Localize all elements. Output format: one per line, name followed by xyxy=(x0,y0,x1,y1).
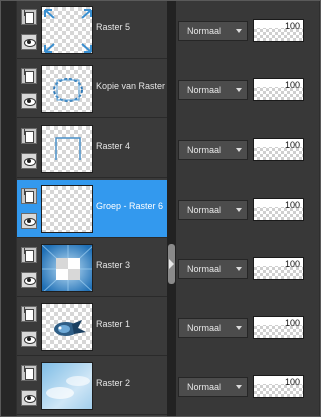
chevron-down-icon xyxy=(236,88,242,92)
opacity-field[interactable]: 100 xyxy=(253,316,304,339)
layer-name[interactable]: Raster 3 xyxy=(96,260,166,270)
opacity-field[interactable]: 100 xyxy=(253,198,304,221)
chevron-down-icon xyxy=(236,29,242,33)
layer-type-icon[interactable] xyxy=(21,68,37,84)
chevron-down-icon xyxy=(236,148,242,152)
blend-mode-select[interactable]: Normaal xyxy=(178,21,248,41)
layer-row[interactable]: Raster 5 Normaal 100 xyxy=(17,1,319,59)
opacity-field[interactable]: 100 xyxy=(253,257,304,280)
chevron-down-icon xyxy=(236,267,242,271)
blend-mode-select[interactable]: Normaal xyxy=(178,259,248,279)
layer-thumbnail[interactable] xyxy=(41,362,93,410)
opacity-value: 100 xyxy=(284,140,300,150)
layer-thumbnail[interactable] xyxy=(41,65,93,113)
opacity-field[interactable]: 100 xyxy=(253,138,304,161)
layer-type-icon[interactable] xyxy=(21,128,37,144)
layer-thumbnail[interactable] xyxy=(41,125,93,173)
blend-mode-select[interactable]: Normaal xyxy=(178,377,248,397)
opacity-value: 100 xyxy=(284,200,300,210)
layer-name[interactable]: Raster 4 xyxy=(96,141,166,151)
layer-type-icon[interactable] xyxy=(21,247,37,263)
layer-thumbnail[interactable] xyxy=(41,6,93,54)
layer-row[interactable]: Raster 3 Normaal 100 xyxy=(17,239,319,297)
layer-type-icon[interactable] xyxy=(21,188,37,204)
opacity-value: 100 xyxy=(284,80,300,90)
layer-row[interactable]: Raster 1 Normaal 100 xyxy=(17,298,319,356)
blend-mode-value: Normaal xyxy=(187,85,222,95)
blend-mode-value: Normaal xyxy=(187,205,222,215)
layer-type-icon[interactable] xyxy=(21,306,37,322)
opacity-field[interactable]: 100 xyxy=(253,19,304,42)
layer-row[interactable]: Raster 2 Normaal 100 xyxy=(17,357,319,415)
opacity-value: 100 xyxy=(284,318,300,328)
visibility-eye-icon[interactable] xyxy=(21,34,37,50)
layer-name[interactable]: Raster 1 xyxy=(96,319,166,329)
blend-mode-value: Normaal xyxy=(187,264,222,274)
blend-mode-select[interactable]: Normaal xyxy=(178,140,248,160)
blend-mode-value: Normaal xyxy=(187,145,222,155)
layer-type-icon[interactable] xyxy=(21,365,37,381)
chevron-down-icon xyxy=(236,326,242,330)
layer-type-icon[interactable] xyxy=(21,9,37,25)
opacity-field[interactable]: 100 xyxy=(253,375,304,398)
blend-mode-select[interactable]: Normaal xyxy=(178,80,248,100)
layer-row[interactable]: Kopie van Raster Normaal 100 xyxy=(17,60,319,118)
layer-thumbnail[interactable] xyxy=(41,244,93,292)
visibility-eye-icon[interactable] xyxy=(21,272,37,288)
opacity-field[interactable]: 100 xyxy=(253,78,304,101)
visibility-eye-icon[interactable] xyxy=(21,93,37,109)
blend-mode-select[interactable]: Normaal xyxy=(178,200,248,220)
visibility-eye-icon[interactable] xyxy=(21,153,37,169)
blend-mode-value: Normaal xyxy=(187,382,222,392)
blend-mode-select[interactable]: Normaal xyxy=(178,318,248,338)
opacity-value: 100 xyxy=(284,377,300,387)
visibility-eye-icon[interactable] xyxy=(21,213,37,229)
blend-mode-value: Normaal xyxy=(187,26,222,36)
left-gutter xyxy=(1,1,16,416)
visibility-eye-icon[interactable] xyxy=(21,331,37,347)
chevron-down-icon xyxy=(236,208,242,212)
blend-mode-value: Normaal xyxy=(187,323,222,333)
visibility-eye-icon[interactable] xyxy=(21,390,37,406)
layer-thumbnail[interactable] xyxy=(41,185,93,233)
layer-thumbnail[interactable] xyxy=(41,303,93,351)
layer-name[interactable]: Kopie van Raster xyxy=(96,81,166,91)
chevron-down-icon xyxy=(236,385,242,389)
layer-name[interactable]: Raster 2 xyxy=(96,378,166,388)
layer-name[interactable]: Raster 5 xyxy=(96,22,166,32)
opacity-value: 100 xyxy=(284,259,300,269)
layer-name[interactable]: Groep - Raster 6 xyxy=(96,201,166,211)
layer-row-selected[interactable]: Groep - Raster 6 Normaal 100 xyxy=(17,180,319,238)
opacity-value: 100 xyxy=(284,21,300,31)
layer-row[interactable]: Raster 4 Normaal 100 xyxy=(17,120,319,178)
